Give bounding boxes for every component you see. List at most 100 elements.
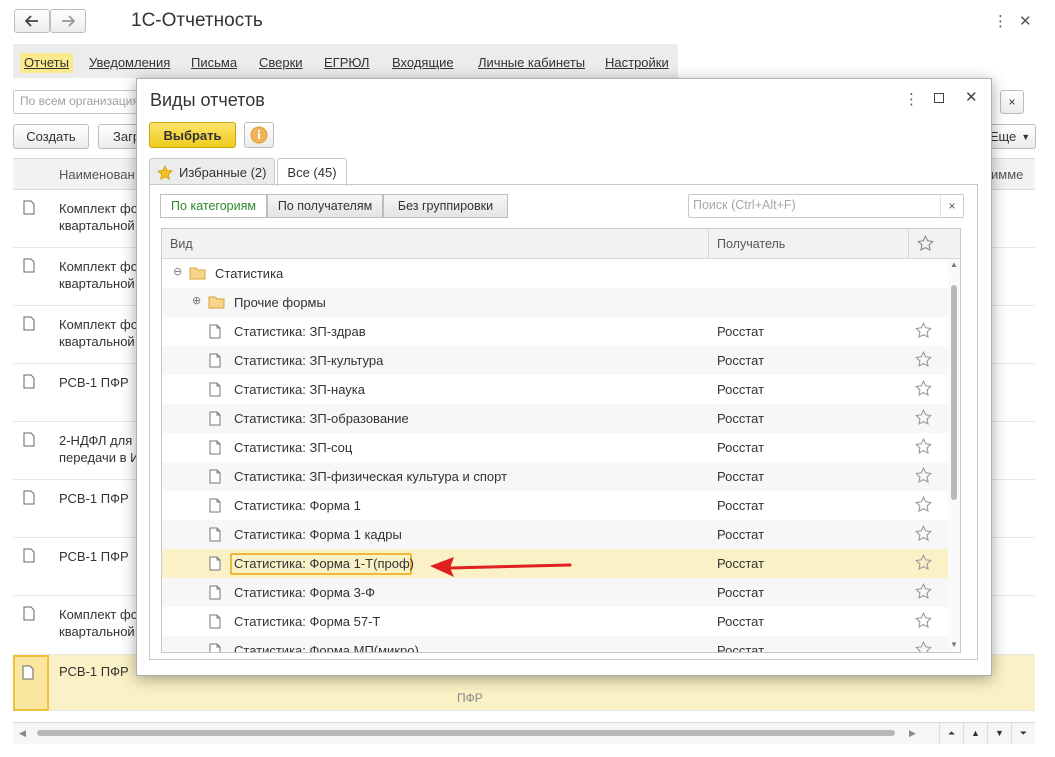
document-icon — [209, 353, 221, 371]
choose-button[interactable]: Выбрать — [149, 122, 236, 148]
report-row[interactable]: Статистика: ЗП-здрав Росстат — [162, 317, 948, 346]
row-title: 2-НДФЛ для передачи в И — [59, 433, 139, 465]
tab-personal-accounts[interactable]: Личные кабинеты — [478, 53, 585, 73]
back-button[interactable] — [14, 9, 50, 33]
horizontal-scrollbar[interactable]: ◀ ▶ ⏶ ▲ ▼ ⏷ — [13, 722, 1035, 744]
column-name-header[interactable]: Наименован — [59, 167, 135, 182]
favorite-star-icon[interactable] — [915, 553, 932, 574]
favorite-star-icon[interactable] — [915, 524, 932, 545]
favorite-star-icon[interactable] — [915, 408, 932, 429]
scroll-top-icon[interactable]: ⏶ — [939, 723, 963, 744]
expand-icon[interactable]: ⊕ — [192, 294, 201, 307]
document-icon — [209, 382, 221, 400]
scroll-up-icon[interactable]: ▲ — [950, 260, 958, 269]
close-icon[interactable]: ✕ — [1019, 12, 1032, 30]
vertical-scrollbar[interactable]: ▲ ▼ — [948, 259, 960, 652]
scroll-bottom-icon[interactable]: ⏷ — [1011, 723, 1035, 744]
search-input[interactable]: Поиск (Ctrl+Alt+F) — [688, 194, 964, 218]
column-kind-header[interactable]: Вид — [170, 237, 193, 251]
report-row[interactable]: Статистика: ЗП-образование Росстат — [162, 404, 948, 433]
group-by-category-button[interactable]: По категориям — [160, 194, 267, 218]
report-receiver: Росстат — [717, 353, 765, 368]
dialog-title: Виды отчетов — [150, 90, 265, 110]
group-by-receiver-button[interactable]: По получателям — [267, 194, 383, 218]
row-title: Комплект фо квартальной — [59, 317, 138, 349]
tab-settings[interactable]: Настройки — [605, 53, 669, 73]
info-icon — [250, 126, 268, 144]
scroll-thumb[interactable] — [951, 285, 957, 500]
document-icon — [23, 258, 35, 276]
annotation-arrow — [430, 557, 572, 577]
report-row[interactable]: Статистика: ЗП-соц Росстат — [162, 433, 948, 462]
no-grouping-button[interactable]: Без группировки — [383, 194, 508, 218]
favorite-star-icon[interactable] — [915, 350, 932, 371]
favorite-star-icon[interactable] — [915, 321, 932, 342]
report-name: Статистика: ЗП-здрав — [234, 324, 366, 339]
document-icon — [23, 606, 35, 624]
collapse-icon[interactable]: ⊖ — [173, 265, 182, 278]
org-clear-button[interactable]: × — [1000, 90, 1024, 114]
report-row[interactable]: Статистика: ЗП-физическая культура и спо… — [162, 462, 948, 491]
report-row[interactable]: Статистика: Форма 1 кадры Росстат — [162, 520, 948, 549]
report-row[interactable]: Статистика: Форма МП(микро) Росстат — [162, 636, 948, 652]
report-row[interactable]: Статистика: ЗП-наука Росстат — [162, 375, 948, 404]
favorite-star-icon[interactable] — [915, 437, 932, 458]
tab-reconciliations[interactable]: Сверки — [259, 53, 303, 73]
organization-filter-input[interactable]: По всем организациям — [13, 90, 143, 114]
tab-notifications[interactable]: Уведомления — [89, 53, 170, 73]
scroll-left-icon[interactable]: ◀ — [19, 728, 26, 739]
group-label: Статистика — [215, 266, 284, 281]
report-name: Статистика: ЗП-культура — [234, 353, 384, 368]
scroll-right-icon[interactable]: ▶ — [909, 728, 916, 739]
column-comment-header[interactable]: имме — [991, 167, 1023, 182]
row-title: Комплект фо квартальной — [59, 607, 138, 639]
search-clear-button[interactable]: × — [940, 195, 963, 217]
favorite-star-icon[interactable] — [915, 611, 932, 632]
report-row[interactable]: Статистика: ЗП-культура Росстат — [162, 346, 948, 375]
kebab-icon[interactable]: ⋮ — [993, 12, 1008, 30]
document-icon — [209, 556, 221, 574]
report-receiver: Росстат — [717, 440, 765, 455]
tab-letters[interactable]: Письма — [191, 53, 237, 73]
row-title: Комплект фо квартальной — [59, 259, 138, 291]
row-marker — [13, 655, 49, 711]
favorite-star-icon[interactable] — [915, 466, 932, 487]
column-receiver-header[interactable]: Получатель — [717, 237, 785, 251]
favorite-star-icon[interactable] — [915, 379, 932, 400]
create-button[interactable]: Создать — [13, 124, 89, 149]
group-row-other-forms[interactable]: ⊕ Прочие формы — [162, 288, 948, 317]
tab-reports[interactable]: Отчеты — [20, 53, 73, 73]
tab-favorites-label: Избранные (2) — [179, 164, 267, 180]
favorite-star-icon[interactable] — [915, 582, 932, 603]
report-row[interactable]: Статистика: Форма 3-Ф Росстат — [162, 578, 948, 607]
favorite-star-icon[interactable] — [915, 495, 932, 516]
scroll-down-icon[interactable]: ▼ — [987, 723, 1011, 744]
favorite-column-star-icon[interactable] — [917, 235, 934, 252]
favorite-star-icon[interactable] — [915, 640, 932, 652]
info-button[interactable] — [244, 122, 274, 148]
scroll-down-icon[interactable]: ▼ — [950, 640, 958, 649]
report-row[interactable]: Статистика: Форма 1 Росстат — [162, 491, 948, 520]
close-icon[interactable]: ✕ — [965, 88, 978, 106]
arrow-left-icon — [25, 15, 38, 27]
report-receiver: Росстат — [717, 585, 765, 600]
report-row[interactable]: Статистика: Форма 57-Т Росстат — [162, 607, 948, 636]
tab-incoming[interactable]: Входящие — [392, 53, 454, 73]
scroll-thumb[interactable] — [37, 730, 895, 736]
tab-all[interactable]: Все (45) — [277, 158, 347, 186]
document-icon — [23, 374, 35, 392]
document-icon — [209, 324, 221, 342]
row-title: Комплект фо квартальной — [59, 201, 138, 233]
scroll-up-icon[interactable]: ▲ — [963, 723, 987, 744]
forward-button[interactable] — [50, 9, 86, 33]
tab-favorites[interactable]: Избранные (2) — [149, 158, 275, 185]
group-row-statistics[interactable]: ⊖ Статистика — [162, 259, 948, 288]
report-receiver: Росстат — [717, 498, 765, 513]
star-icon — [157, 164, 173, 180]
kebab-icon[interactable]: ⋮ — [904, 90, 919, 108]
maximize-icon[interactable] — [934, 93, 944, 103]
tab-egrul[interactable]: ЕГРЮЛ — [324, 53, 369, 73]
document-icon — [23, 432, 35, 450]
row-title: РСВ-1 ПФР — [59, 664, 129, 679]
report-receiver: Росстат — [717, 556, 765, 571]
